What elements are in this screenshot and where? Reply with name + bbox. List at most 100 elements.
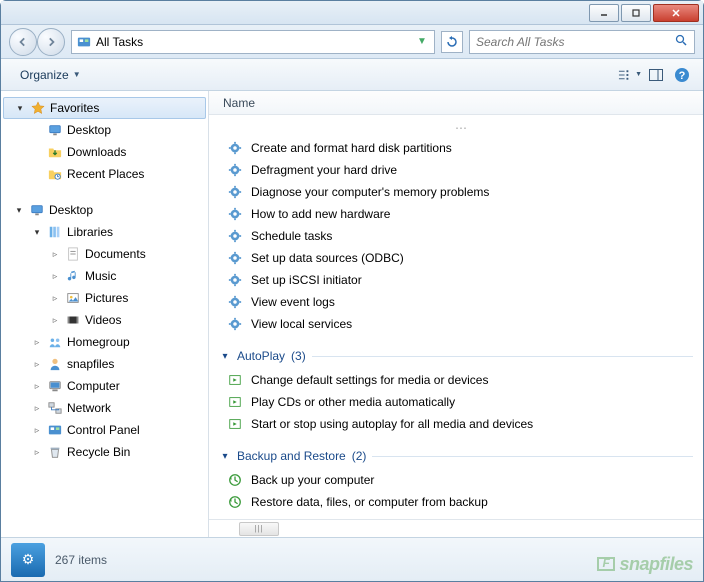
libraries-node[interactable]: ▾ Libraries	[1, 221, 208, 243]
gear-icon	[227, 250, 243, 266]
gear-icon	[227, 272, 243, 288]
task-icon	[227, 472, 243, 488]
expand-icon[interactable]: ▹	[31, 425, 43, 436]
task-item[interactable]: Start or stop using autoplay for all med…	[219, 413, 703, 435]
preview-pane-button[interactable]	[643, 63, 669, 87]
back-button[interactable]	[9, 28, 37, 56]
node-snapfiles[interactable]: ▹snapfiles	[1, 353, 208, 375]
task-item[interactable]: How to add new hardware	[219, 203, 703, 225]
gear-icon	[227, 228, 243, 244]
task-item[interactable]: View event logs	[219, 291, 703, 313]
expand-icon[interactable]: ▹	[31, 403, 43, 414]
task-label: View local services	[251, 317, 352, 331]
close-button[interactable]	[653, 4, 699, 22]
refresh-button[interactable]	[441, 31, 463, 53]
chevron-down-icon[interactable]: ▾	[219, 451, 231, 462]
expand-icon[interactable]: ▹	[31, 359, 43, 370]
maximize-button[interactable]	[621, 4, 651, 22]
lib-music-icon	[65, 268, 81, 284]
expand-icon[interactable]: ▹	[31, 337, 43, 348]
search-input[interactable]	[476, 35, 671, 49]
collapsed-indicator: ⋯	[219, 121, 703, 137]
task-item[interactable]: Diagnose your computer's memory problems	[219, 181, 703, 203]
node-control-panel[interactable]: ▹ Control Panel	[1, 419, 208, 441]
task-label: Restore data, files, or computer from ba…	[251, 495, 488, 509]
task-item[interactable]: Restore data, files, or computer from ba…	[219, 491, 703, 513]
group-header[interactable]: ▾AutoPlay (3)	[219, 343, 703, 369]
node-network[interactable]: ▹ Network	[1, 397, 208, 419]
task-item[interactable]: Set up data sources (ODBC)	[219, 247, 703, 269]
expand-icon[interactable]: ▾	[13, 205, 25, 216]
lib-videos[interactable]: ▹Videos	[1, 309, 208, 331]
task-label: Play CDs or other media automatically	[251, 395, 455, 409]
expand-icon[interactable]: ▹	[49, 293, 61, 304]
node-control-panel-icon	[47, 422, 63, 438]
lib-music[interactable]: ▹Music	[1, 265, 208, 287]
task-label: Create and format hard disk partitions	[251, 141, 452, 155]
task-item[interactable]: View local services	[219, 313, 703, 335]
toolbar: Organize ▼ ▼ ?	[1, 59, 703, 91]
fav-desktop[interactable]: Desktop	[1, 119, 208, 141]
tree-label: Libraries	[67, 225, 113, 239]
node-recycle-bin[interactable]: ▹Recycle Bin	[1, 441, 208, 463]
desktop-node[interactable]: ▾Desktop	[1, 199, 208, 221]
horizontal-scrollbar[interactable]: |||	[209, 519, 703, 537]
fav-recent-places[interactable]: Recent Places	[1, 163, 208, 185]
tree-label: Downloads	[67, 145, 126, 159]
task-item[interactable]: Change default settings for media or dev…	[219, 369, 703, 391]
task-list: ⋯ Create and format hard disk partitions D…	[209, 115, 703, 519]
expand-icon[interactable]: ▹	[49, 271, 61, 282]
address-dropdown-icon[interactable]: ▼	[414, 36, 430, 47]
desktop-node-icon	[29, 202, 45, 218]
task-icon	[227, 394, 243, 410]
search-box[interactable]	[469, 30, 695, 54]
minimize-button[interactable]	[589, 4, 619, 22]
expand-icon[interactable]: ▾	[14, 103, 26, 114]
column-header-name[interactable]: Name	[209, 91, 703, 115]
task-item[interactable]: Set up iSCSI initiator	[219, 269, 703, 291]
task-icon	[227, 416, 243, 432]
tree-label: Control Panel	[67, 423, 140, 437]
expand-icon[interactable]: ▾	[31, 227, 43, 238]
help-button[interactable]: ?	[669, 63, 695, 87]
chevron-down-icon: ▼	[73, 70, 81, 79]
task-item[interactable]: Create and format hard disk partitions	[219, 137, 703, 159]
task-item[interactable]: Play CDs or other media automatically	[219, 391, 703, 413]
expand-icon[interactable]: ▹	[49, 249, 61, 260]
group-header[interactable]: ▾Backup and Restore (2)	[219, 443, 703, 469]
lib-videos-icon	[65, 312, 81, 328]
node-network-icon	[47, 400, 63, 416]
favorites-node[interactable]: ▾Favorites	[3, 97, 206, 119]
chevron-down-icon[interactable]: ▾	[219, 351, 231, 362]
task-label: View event logs	[251, 295, 335, 309]
item-count: 267 items	[55, 553, 107, 567]
organize-button[interactable]: Organize ▼	[9, 63, 92, 87]
lib-documents[interactable]: ▹Documents	[1, 243, 208, 265]
node-snapfiles-icon	[47, 356, 63, 372]
expand-icon[interactable]: ▹	[49, 315, 61, 326]
address-text: All Tasks	[96, 35, 143, 49]
node-homegroup[interactable]: ▹Homegroup	[1, 331, 208, 353]
group-name: Backup and Restore	[237, 449, 346, 463]
task-label: Set up data sources (ODBC)	[251, 251, 404, 265]
node-computer[interactable]: ▹Computer	[1, 375, 208, 397]
expand-icon[interactable]: ▹	[31, 447, 43, 458]
task-item[interactable]: Schedule tasks	[219, 225, 703, 247]
task-item[interactable]: Back up your computer	[219, 469, 703, 491]
forward-button[interactable]	[37, 28, 65, 56]
explorer-window: All Tasks ▼ Organize ▼ ▼ ? ▾FavoritesDes…	[0, 0, 704, 582]
gear-icon	[227, 316, 243, 332]
navigation-pane: ▾FavoritesDesktop Downloads Recent Places ▾…	[1, 91, 209, 537]
task-icon	[227, 494, 243, 510]
fav-downloads[interactable]: Downloads	[1, 141, 208, 163]
lib-pictures[interactable]: ▹Pictures	[1, 287, 208, 309]
scrollbar-thumb[interactable]: |||	[239, 522, 279, 536]
task-label: Start or stop using autoplay for all med…	[251, 417, 533, 431]
address-bar[interactable]: All Tasks ▼	[71, 30, 435, 54]
expand-icon[interactable]: ▹	[31, 381, 43, 392]
view-options-button[interactable]: ▼	[617, 63, 643, 87]
tree-label: Network	[67, 401, 111, 415]
title-bar	[1, 1, 703, 25]
task-item[interactable]: Defragment your hard drive	[219, 159, 703, 181]
address-row: All Tasks ▼	[1, 25, 703, 59]
